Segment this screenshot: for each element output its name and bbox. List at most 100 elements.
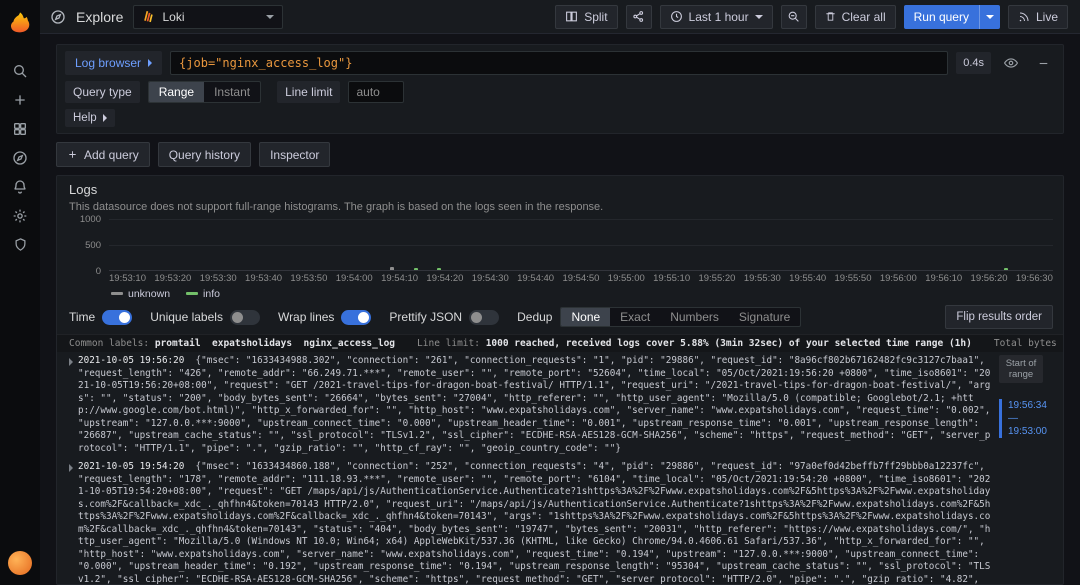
alerting-bell-icon[interactable] [0,172,40,201]
log-nav-time-window[interactable]: 19:56:34 — 19:53:00 [999,399,1047,438]
log-line: 2021-10-05 19:54:20 {"msec": "1633434860… [78,461,995,584]
toggle-knob [471,311,483,323]
dedup-option-numbers[interactable]: Numbers [660,308,729,326]
legend-label: unknown [128,287,171,300]
share-icon [632,10,645,23]
split-button[interactable]: Split [555,4,618,29]
line-limit-info: Line limit: 1000 reached, received logs … [417,338,972,349]
query-row: Log browser {job="nginx_access_log"} 0.4… [65,51,1055,75]
gridline [109,219,1053,220]
log-nav-oldest-time: 19:53:00 [1008,426,1047,437]
configuration-gear-icon[interactable] [0,201,40,230]
help-button[interactable]: Help [65,109,115,127]
x-tick-label: 19:55:30 [743,273,781,284]
explore-compass-icon[interactable] [0,143,40,172]
gridline [109,245,1053,246]
chevron-down-icon [985,14,994,19]
dedup-option-none[interactable]: None [561,308,611,326]
sidebar [0,0,40,585]
x-tick-label: 19:55:50 [834,273,872,284]
expand-log-row-button[interactable] [63,355,78,455]
common-labels-label: Common labels: [69,338,150,349]
time-picker-button[interactable]: Last 1 hour [659,4,773,29]
query-type-label: Query type [65,81,140,103]
toggle-query-visibility-button[interactable] [999,51,1023,75]
query-input[interactable]: {job="nginx_access_log"} [170,51,949,75]
log-row[interactable]: 2021-10-05 19:56:20 {"msec": "1633434988… [63,355,995,455]
clear-all-label: Clear all [841,9,886,24]
start-of-range-button[interactable]: Start of range [999,355,1043,383]
log-row[interactable]: 2021-10-05 19:54:20 {"msec": "1633434860… [63,461,995,584]
topbar: Explore Loki Split Last 1 hour Clear all… [40,0,1080,34]
toggle-switch-wrap-lines[interactable] [341,309,372,325]
flip-results-order-button[interactable]: Flip results order [945,305,1053,329]
dedup-control: Dedup None Exact Numbers Signature [517,307,802,327]
datasource-picker[interactable]: Loki [133,4,284,29]
x-tick-label: 19:56:00 [879,273,917,284]
x-tick-label: 19:53:40 [245,273,283,284]
histogram-bar [413,267,418,270]
log-browser-button[interactable]: Log browser [65,51,163,75]
run-query-label[interactable]: Run query [904,5,979,29]
y-tick-label: 500 [85,240,101,251]
logs-meta-row: Common labels: promtail expatsholidays n… [57,334,1063,352]
toggle-label-wrap-lines: Wrap lines [277,310,335,324]
live-button[interactable]: Live [1007,4,1068,29]
chart-legend: unknown info [111,287,1053,300]
zoom-out-button[interactable] [780,4,807,29]
x-tick-label: 19:56:20 [970,273,1008,284]
inspector-button[interactable]: Inspector [259,142,331,167]
toggle-knob [119,311,131,323]
search-icon[interactable] [0,56,40,85]
x-tick-label: 19:56:10 [925,273,963,284]
chevron-right-icon [102,114,107,122]
dedup-option-signature[interactable]: Signature [729,308,800,326]
legend-item-unknown[interactable]: unknown [111,288,170,300]
toggle-switch-unique-labels[interactable] [229,309,260,325]
toggle-prettify-json: Prettify JSON [389,309,500,325]
remove-query-button[interactable] [1031,51,1055,75]
create-plus-icon[interactable] [0,85,40,114]
expand-log-row-button[interactable] [63,461,78,584]
legend-item-info[interactable]: info [186,288,220,300]
log-rows-area: 2021-10-05 19:56:20 {"msec": "1633434988… [63,355,1057,584]
histogram-bar [390,266,395,270]
x-tick-label: 19:54:00 [335,273,373,284]
x-tick-label: 19:56:30 [1015,273,1053,284]
query-type-option-range[interactable]: Range [148,82,205,102]
dedup-option-exact[interactable]: Exact [610,308,660,326]
x-tick-label: 19:55:20 [698,273,736,284]
eye-icon [1004,56,1018,70]
histogram-note: This datasource does not support full-ra… [69,201,604,213]
toggle-time: Time [69,309,133,325]
server-admin-shield-icon[interactable] [0,230,40,259]
logs-controls: Time Unique labels Wrap lines Prettify JSON… [69,305,1053,329]
clear-all-button[interactable]: Clear all [814,4,896,29]
share-button[interactable] [625,4,652,29]
toggle-switch-time[interactable] [102,309,133,325]
y-tick-label: 1000 [79,214,101,225]
histogram-plot [109,219,1053,271]
x-tick-label: 19:53:50 [290,273,328,284]
add-query-label: Add query [84,147,139,162]
inspector-label: Inspector [270,147,320,162]
chevron-down-icon [266,14,275,19]
x-tick-label: 19:54:40 [517,273,555,284]
logs-histogram: 1000 500 0 19:53:10 19:53:20 19:53:30 19:53… [69,214,1053,300]
grafana-logo[interactable] [0,0,40,44]
line-limit-input[interactable]: auto [348,81,405,103]
x-tick-label: 19:53:30 [199,273,237,284]
user-avatar[interactable] [8,551,32,575]
log-navigation: Start of range 19:56:34 — 19:53:00 [999,355,1057,438]
dashboards-apps-icon[interactable] [0,114,40,143]
run-query-dropdown[interactable] [978,4,1000,29]
toggle-switch-prettify-json[interactable] [469,309,500,325]
total-bytes-info: Total bytes processed: 624 kB [994,338,1063,349]
run-query-button[interactable]: Run query [903,4,1000,29]
live-label: Live [1035,9,1058,24]
add-query-button[interactable]: Add query [56,142,150,167]
query-history-label: Query history [168,147,241,162]
query-type-option-instant[interactable]: Instant [204,82,260,102]
line-limit-info-value: 1000 reached, received logs cover 5.88% … [485,338,972,349]
query-history-button[interactable]: Query history [157,142,252,167]
